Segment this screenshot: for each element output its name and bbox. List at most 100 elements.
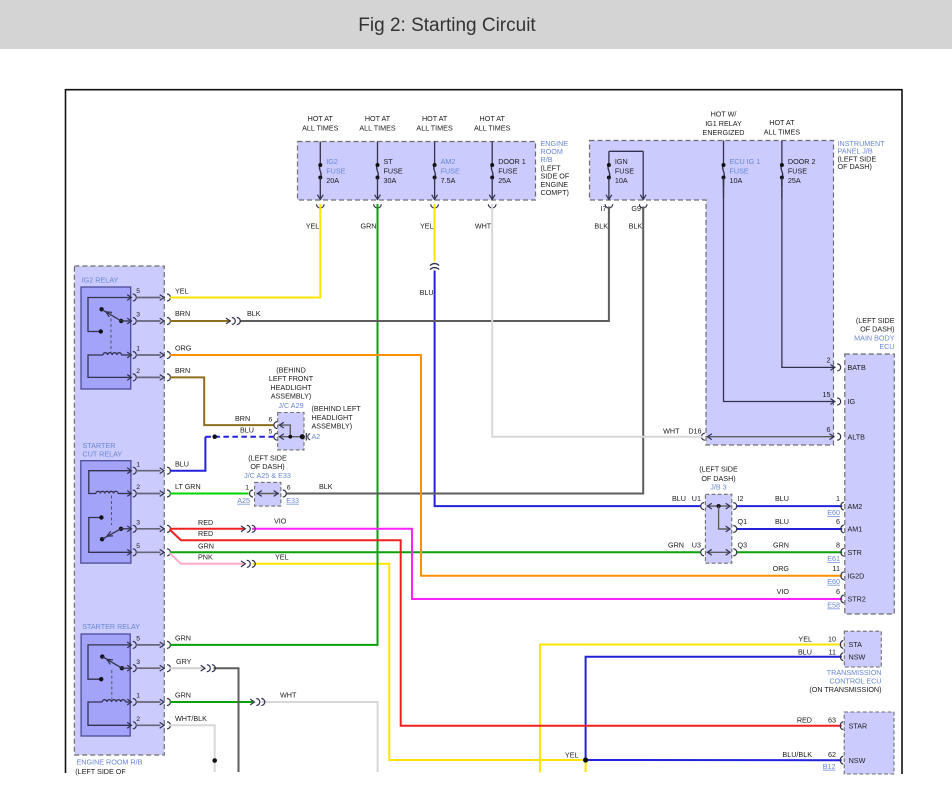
svg-text:STARTER RELAY: STARTER RELAY [82,622,140,631]
svg-text:OF DASH): OF DASH) [860,325,894,334]
svg-text:ST: ST [384,157,394,166]
svg-text:HOT AT: HOT AT [308,114,334,123]
svg-text:GRN: GRN [175,691,191,700]
svg-text:ALTB: ALTB [848,432,866,441]
svg-text:GRN: GRN [175,634,191,643]
svg-text:10: 10 [828,635,836,644]
svg-text:BLU: BLU [175,460,189,469]
svg-text:7.5A: 7.5A [441,176,456,185]
svg-text:ECU IG 1: ECU IG 1 [730,157,761,166]
svg-text:BLU: BLU [775,494,789,503]
svg-text:HOT AT: HOT AT [422,114,448,123]
svg-text:YEL: YEL [565,750,579,759]
svg-text:GRN: GRN [361,222,377,231]
svg-text:Fig 2: Starting Circuit: Fig 2: Starting Circuit [358,15,536,36]
svg-text:FUSE: FUSE [384,167,403,176]
svg-text:COMPT): COMPT) [541,188,569,197]
svg-text:BLU/BLK: BLU/BLK [782,750,812,759]
svg-text:STA: STA [849,640,863,649]
svg-text:PNK: PNK [198,553,213,562]
svg-text:G9: G9 [631,204,641,213]
svg-text:(LEFT SIDE: (LEFT SIDE [248,453,287,462]
svg-text:ASSEMBLY): ASSEMBLY) [271,392,312,401]
svg-text:BLK: BLK [594,222,608,231]
svg-text:2: 2 [827,355,831,364]
svg-text:STR2: STR2 [848,595,866,604]
svg-text:1: 1 [136,461,140,468]
svg-text:DOOR 1: DOOR 1 [498,157,526,166]
svg-text:LEFT FRONT: LEFT FRONT [269,374,314,383]
svg-text:DOOR 2: DOOR 2 [788,157,816,166]
svg-text:2: 2 [136,484,140,491]
svg-text:6: 6 [836,517,840,526]
svg-text:3: 3 [136,520,140,527]
svg-text:NSW: NSW [849,653,866,662]
svg-text:AM1: AM1 [848,525,863,534]
svg-text:(BEHIND: (BEHIND [276,365,306,374]
svg-text:IG1 RELAY: IG1 RELAY [705,119,742,128]
svg-text:25A: 25A [788,176,801,185]
svg-text:U3: U3 [692,540,701,549]
svg-text:BLK: BLK [247,309,261,318]
svg-text:GRN: GRN [773,540,789,549]
svg-text:J/B 3: J/B 3 [710,482,726,491]
svg-text:E61: E61 [827,554,840,563]
svg-text:ALL TIMES: ALL TIMES [416,124,453,133]
svg-text:YEL: YEL [798,635,812,644]
svg-text:FUSE: FUSE [326,167,345,176]
svg-text:5: 5 [269,428,273,435]
svg-text:YEL: YEL [175,286,189,295]
svg-text:ALL TIMES: ALL TIMES [302,124,339,133]
svg-text:(ON TRANSMISSION): (ON TRANSMISSION) [809,685,881,694]
svg-text:1: 1 [836,494,840,503]
svg-text:BRN: BRN [175,309,190,318]
svg-text:RED: RED [198,518,213,527]
svg-text:BRN: BRN [235,414,250,423]
svg-text:3: 3 [136,659,140,666]
svg-text:IG2: IG2 [326,157,338,166]
svg-text:WHT/BLK: WHT/BLK [175,714,207,723]
svg-text:FUSE: FUSE [730,167,749,176]
svg-text:(LEFT SIDE: (LEFT SIDE [856,316,895,325]
svg-text:BLU: BLU [672,494,686,503]
svg-text:A2: A2 [312,432,321,441]
svg-text:WHT: WHT [280,691,297,700]
svg-text:IGN: IGN [615,157,628,166]
svg-text:FUSE: FUSE [498,167,517,176]
svg-text:1: 1 [245,485,249,492]
svg-text:(LEFT SIDE: (LEFT SIDE [699,465,738,474]
svg-text:62: 62 [828,750,836,759]
svg-text:ECU: ECU [879,342,894,351]
svg-text:WHT: WHT [663,427,680,436]
svg-text:WHT: WHT [475,222,492,231]
svg-text:BLK: BLK [319,482,333,491]
svg-text:FUSE: FUSE [441,167,460,176]
svg-text:BLU: BLU [420,288,434,297]
svg-text:6: 6 [269,417,273,424]
svg-text:GRY: GRY [176,657,192,666]
svg-text:I2: I2 [738,494,744,503]
svg-text:B12: B12 [823,762,836,771]
svg-text:1: 1 [136,693,140,700]
svg-text:E60: E60 [827,577,840,586]
svg-text:ORG: ORG [773,564,790,573]
svg-text:OF DASH): OF DASH) [838,162,872,171]
svg-text:E60: E60 [827,508,840,517]
svg-text:25A: 25A [498,176,511,185]
svg-text:J/C A29: J/C A29 [278,401,303,410]
svg-text:STAR: STAR [849,721,868,730]
svg-text:ORG: ORG [175,344,192,353]
svg-text:Q3: Q3 [738,540,748,549]
svg-text:RED: RED [797,715,812,724]
svg-text:2: 2 [136,716,140,723]
svg-text:6: 6 [287,485,291,492]
svg-text:6: 6 [836,587,840,596]
svg-text:BLU: BLU [775,517,789,526]
svg-text:11: 11 [833,564,840,573]
svg-text:BLK: BLK [629,222,643,231]
svg-text:AM2: AM2 [441,157,456,166]
svg-text:20A: 20A [326,176,339,185]
svg-text:OF DASH): OF DASH) [250,462,284,471]
svg-text:HOT AT: HOT AT [480,114,506,123]
svg-text:HOT W/: HOT W/ [711,109,737,118]
